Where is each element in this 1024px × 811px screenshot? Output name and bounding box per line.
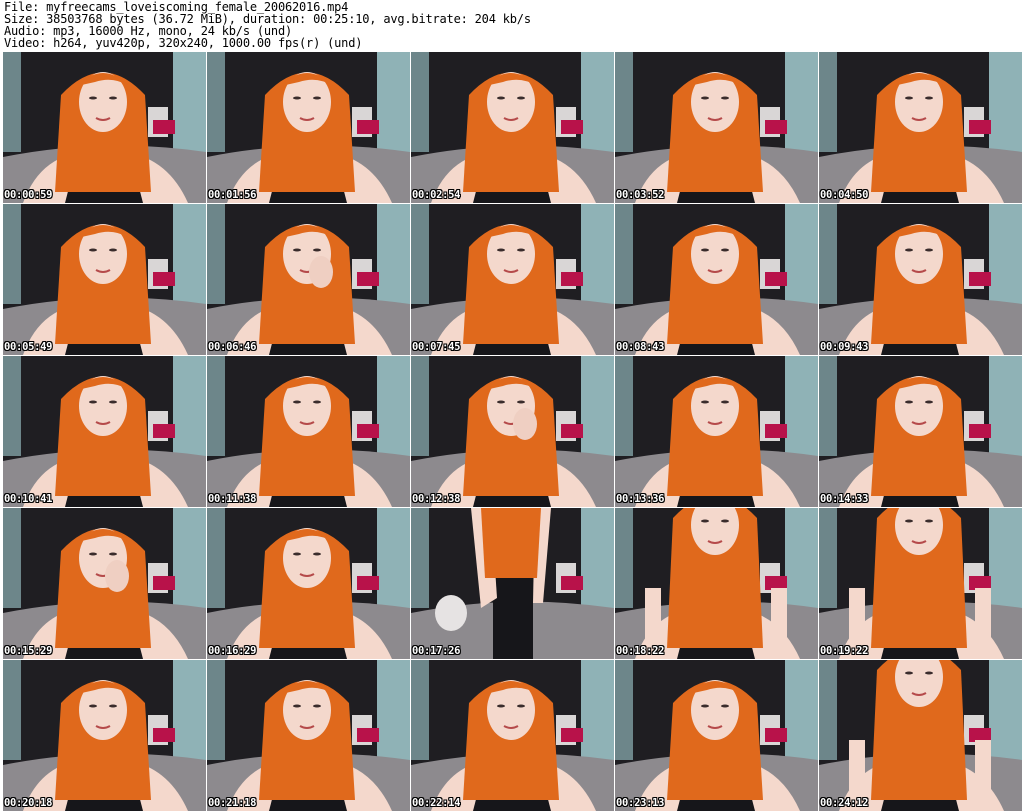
frame-image: [819, 52, 1022, 203]
frame-image: [615, 660, 818, 811]
video-frame-thumbnail: 00:20:18: [3, 660, 206, 811]
video-frame-thumbnail: 00:07:45: [411, 204, 614, 355]
file-info-header: File: myfreecams_loveiscoming_female_200…: [0, 0, 1024, 51]
frame-timestamp: 00:16:29: [208, 645, 257, 657]
frame-timestamp: 00:07:45: [412, 341, 461, 353]
frame-image: [411, 204, 614, 355]
video-info-line: Video: h264, yuv420p, 320x240, 1000.00 f…: [4, 36, 363, 50]
video-frame-thumbnail: 00:11:38: [207, 356, 410, 507]
video-frame-thumbnail: 00:01:56: [207, 52, 410, 203]
frame-image: [411, 660, 614, 811]
video-frame-thumbnail: 00:05:49: [3, 204, 206, 355]
frame-timestamp: 00:24:12: [820, 797, 869, 809]
frame-timestamp: 00:11:38: [208, 493, 257, 505]
video-frame-thumbnail: 00:12:38: [411, 356, 614, 507]
video-frame-thumbnail: 00:00:59: [3, 52, 206, 203]
frame-image: [207, 52, 410, 203]
video-frame-thumbnail: 00:03:52: [615, 52, 818, 203]
video-frame-thumbnail: 00:15:29: [3, 508, 206, 659]
video-frame-thumbnail: 00:09:43: [819, 204, 1022, 355]
frame-timestamp: 00:19:22: [820, 645, 869, 657]
frame-image: [207, 356, 410, 507]
video-frame-thumbnail: 00:04:50: [819, 52, 1022, 203]
video-frame-thumbnail: 00:13:36: [615, 356, 818, 507]
frame-timestamp: 00:06:46: [208, 341, 257, 353]
video-frame-thumbnail: 00:21:18: [207, 660, 410, 811]
frame-image: [3, 52, 206, 203]
frame-timestamp: 00:20:18: [4, 797, 53, 809]
frame-image: [411, 52, 614, 203]
frame-image: [3, 660, 206, 811]
frame-timestamp: 00:01:56: [208, 189, 257, 201]
frame-timestamp: 00:13:36: [616, 493, 665, 505]
video-frame-thumbnail: 00:23:13: [615, 660, 818, 811]
video-frame-thumbnail: 00:08:43: [615, 204, 818, 355]
frame-timestamp: 00:15:29: [4, 645, 53, 657]
frame-image: [615, 204, 818, 355]
frame-timestamp: 00:04:50: [820, 189, 869, 201]
frame-image: [3, 508, 206, 659]
frame-timestamp: 00:22:14: [412, 797, 461, 809]
frame-image: [819, 356, 1022, 507]
video-frame-thumbnail: 00:02:54: [411, 52, 614, 203]
frame-timestamp: 00:23:13: [616, 797, 665, 809]
video-frame-thumbnail: 00:16:29: [207, 508, 410, 659]
frame-image: [411, 508, 614, 659]
frame-timestamp: 00:08:43: [616, 341, 665, 353]
frame-image: [819, 660, 1022, 811]
frame-timestamp: 00:05:49: [4, 341, 53, 353]
frame-image: [207, 204, 410, 355]
video-frame-thumbnail: 00:19:22: [819, 508, 1022, 659]
frame-image: [3, 204, 206, 355]
video-frame-thumbnail: 00:14:33: [819, 356, 1022, 507]
frame-timestamp: 00:10:41: [4, 493, 53, 505]
frame-timestamp: 00:12:38: [412, 493, 461, 505]
video-frame-thumbnail: 00:17:26: [411, 508, 614, 659]
frame-timestamp: 00:02:54: [412, 189, 461, 201]
frame-timestamp: 00:14:33: [820, 493, 869, 505]
video-frame-thumbnail: 00:22:14: [411, 660, 614, 811]
frame-image: [615, 508, 818, 659]
video-frame-thumbnail: 00:24:12: [819, 660, 1022, 811]
frame-timestamp: 00:18:22: [616, 645, 665, 657]
frame-timestamp: 00:09:43: [820, 341, 869, 353]
video-frame-thumbnail: 00:10:41: [3, 356, 206, 507]
frame-timestamp: 00:00:59: [4, 189, 53, 201]
frame-image: [615, 356, 818, 507]
frame-image: [3, 356, 206, 507]
frame-image: [819, 508, 1022, 659]
frame-image: [207, 660, 410, 811]
video-frame-thumbnail: 00:18:22: [615, 508, 818, 659]
frame-image: [615, 52, 818, 203]
frame-image: [411, 356, 614, 507]
frame-timestamp: 00:21:18: [208, 797, 257, 809]
frame-timestamp: 00:03:52: [616, 189, 665, 201]
frame-image: [207, 508, 410, 659]
frame-timestamp: 00:17:26: [412, 645, 461, 657]
video-frame-thumbnail: 00:06:46: [207, 204, 410, 355]
frame-image: [819, 204, 1022, 355]
